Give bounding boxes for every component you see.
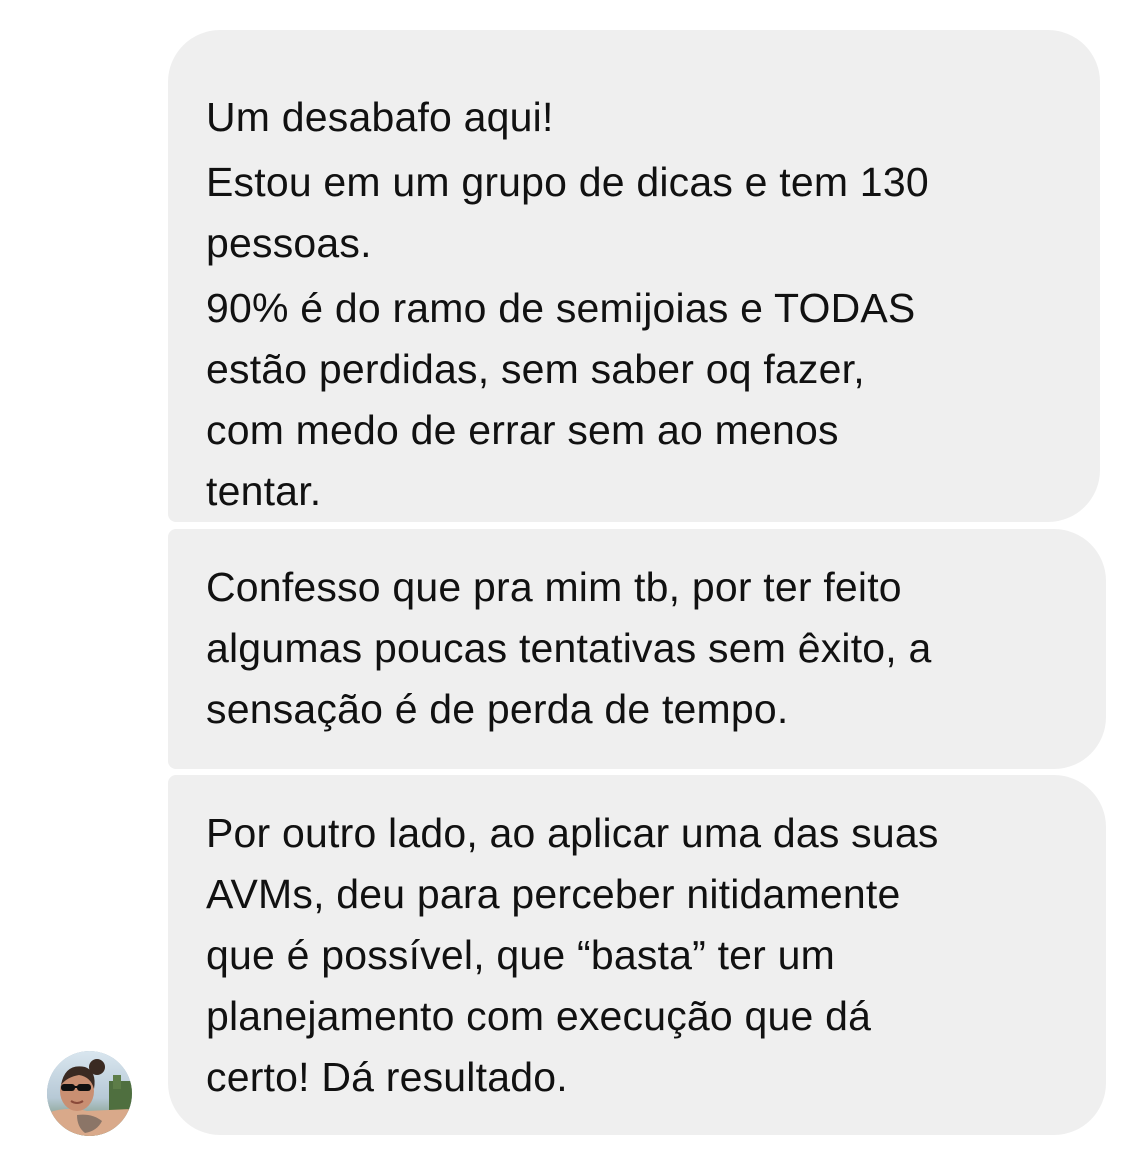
- message-text-line: que é possível, que “basta” ter um: [206, 932, 835, 978]
- message-text-line: 90% é do ramo de semijoias e TODAS: [206, 285, 916, 331]
- profile-photo-avatar-icon: [47, 1051, 132, 1136]
- message-text-line: AVMs, deu para perceber nitidamente: [206, 871, 901, 917]
- message-text-line: estão perdidas, sem saber oq fazer,: [206, 346, 865, 392]
- message-text-line: planejamento com execução que dá: [206, 993, 872, 1039]
- message-text-line: tentar.: [206, 468, 322, 514]
- message-text-line: Por outro lado, ao aplicar uma das suas: [206, 810, 939, 856]
- message-bubble[interactable]: Por outro lado, ao aplicar uma das suas …: [168, 775, 1106, 1135]
- message-text-line: algumas poucas tentativas sem êxito, a: [206, 625, 932, 671]
- message-text-line: Estou em um grupo de dicas e tem 130: [206, 159, 929, 205]
- message-bubble[interactable]: Confesso que pra mim tb, por ter feito a…: [168, 529, 1106, 769]
- message-text-line: Confesso que pra mim tb, por ter feito: [206, 564, 902, 610]
- message-text-line: certo! Dá resultado.: [206, 1054, 568, 1100]
- message-text-line: sensação é de perda de tempo.: [206, 686, 789, 732]
- message-text-line: Um desabafo aqui!: [206, 94, 554, 140]
- sender-avatar[interactable]: [47, 1051, 132, 1136]
- message-text-line: pessoas.: [206, 220, 372, 266]
- message-text-line: com medo de errar sem ao menos: [206, 407, 839, 453]
- message-bubble[interactable]: Um desabafo aqui! Estou em um grupo de d…: [168, 30, 1100, 522]
